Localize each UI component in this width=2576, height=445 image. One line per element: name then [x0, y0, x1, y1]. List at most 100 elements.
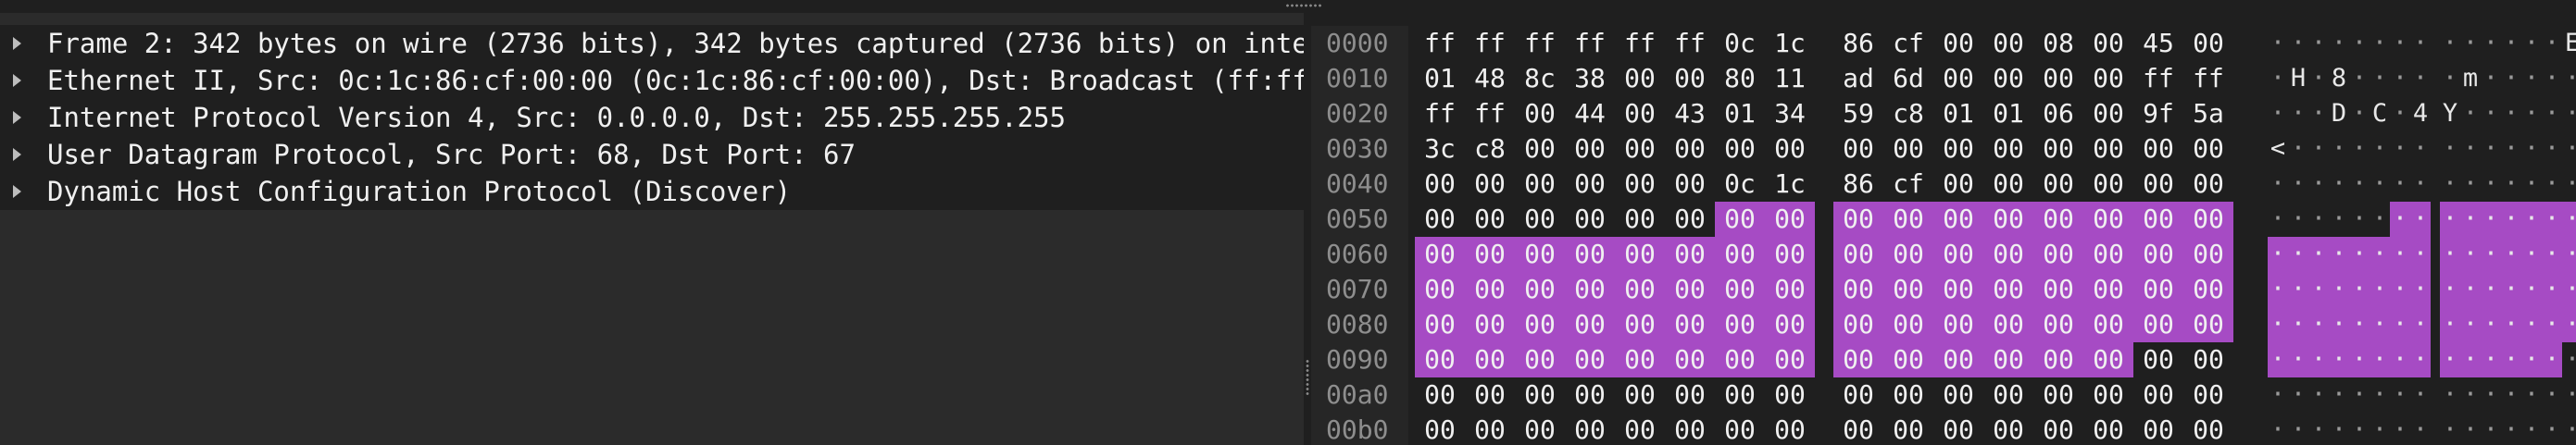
ascii-char[interactable]: ·	[2349, 342, 2370, 377]
ascii-char[interactable]: ·	[2288, 131, 2308, 167]
hex-byte[interactable]: 00	[1415, 413, 1465, 445]
hex-byte[interactable]: 00	[1933, 237, 1983, 272]
ascii-char[interactable]: ·	[2562, 237, 2576, 272]
ascii-char[interactable]: ·	[2410, 413, 2431, 445]
ascii-char[interactable]: ·	[2481, 202, 2501, 237]
ascii-char[interactable]: ·	[2501, 413, 2521, 445]
hex-byte[interactable]: 00	[1465, 272, 1515, 307]
hex-byte[interactable]: 00	[1565, 202, 1615, 237]
ascii-char[interactable]: 4	[2410, 96, 2431, 131]
hex-byte[interactable]: 3c	[1415, 131, 1465, 167]
hex-byte[interactable]: 00	[1615, 61, 1665, 96]
ascii-char[interactable]: ·	[2349, 61, 2370, 96]
hex-byte[interactable]: 00	[1715, 202, 1765, 237]
ascii-char[interactable]: ·	[2268, 342, 2288, 377]
hex-byte[interactable]: 00	[1465, 413, 1515, 445]
expand-arrow-icon[interactable]	[13, 111, 21, 124]
ascii-char[interactable]: ·	[2521, 96, 2542, 131]
ascii-char[interactable]: ·	[2268, 202, 2288, 237]
hex-byte[interactable]: 00	[1615, 307, 1665, 342]
hex-byte[interactable]: 00	[2033, 237, 2083, 272]
hex-byte[interactable]: 00	[1515, 377, 1565, 413]
ascii-char[interactable]: ·	[2542, 131, 2562, 167]
hex-byte[interactable]: 00	[1833, 202, 1883, 237]
hex-byte[interactable]: 00	[1765, 413, 1815, 445]
hex-byte[interactable]: 06	[2033, 96, 2083, 131]
ascii-char[interactable]: ·	[2410, 377, 2431, 413]
hex-byte[interactable]: 00	[2133, 167, 2183, 202]
hex-byte[interactable]: 00	[1515, 272, 1565, 307]
hex-byte[interactable]: 00	[1665, 167, 1715, 202]
hex-byte[interactable]: 00	[1933, 167, 1983, 202]
hex-byte[interactable]: 00	[1615, 272, 1665, 307]
ascii-char[interactable]: ·	[2501, 96, 2521, 131]
hex-byte[interactable]: 0c	[1715, 167, 1765, 202]
ascii-char[interactable]: ·	[2501, 202, 2521, 237]
ascii-char[interactable]: ·	[2410, 131, 2431, 167]
ascii-char[interactable]: ·	[2390, 96, 2410, 131]
ascii-char[interactable]: ·	[2390, 413, 2410, 445]
ascii-char[interactable]: ·	[2481, 237, 2501, 272]
hex-byte[interactable]: 00	[1983, 26, 2033, 61]
hex-byte[interactable]: 00	[1515, 237, 1565, 272]
ascii-char[interactable]: ·	[2308, 26, 2329, 61]
ascii-char[interactable]: ·	[2501, 342, 2521, 377]
hex-byte[interactable]: 00	[1983, 167, 2033, 202]
expand-arrow-icon[interactable]	[13, 74, 21, 87]
hex-byte[interactable]: 00	[1465, 202, 1515, 237]
hex-byte[interactable]: 00	[2133, 342, 2183, 377]
hex-byte[interactable]: 5a	[2183, 96, 2233, 131]
ascii-char[interactable]: ·	[2349, 377, 2370, 413]
ascii-char[interactable]: ·	[2501, 237, 2521, 272]
ascii-char[interactable]: ·	[2501, 131, 2521, 167]
hex-byte[interactable]: 00	[2033, 61, 2083, 96]
hex-byte[interactable]: 00	[1615, 202, 1665, 237]
ascii-char[interactable]: ·	[2410, 272, 2431, 307]
hex-byte[interactable]: 86	[1833, 26, 1883, 61]
hex-byte[interactable]: ff	[1465, 26, 1515, 61]
ascii-char[interactable]: E	[2562, 26, 2576, 61]
hex-byte[interactable]: 38	[1565, 61, 1615, 96]
hex-byte[interactable]: 08	[2033, 26, 2083, 61]
hex-byte[interactable]: 00	[2133, 237, 2183, 272]
hex-byte[interactable]: 00	[1565, 307, 1615, 342]
ascii-char[interactable]: ·	[2390, 272, 2410, 307]
hex-byte[interactable]: 00	[1415, 202, 1465, 237]
tree-row[interactable]: Internet Protocol Version 4, Src: 0.0.0.…	[0, 99, 1304, 136]
ascii-char[interactable]: ·	[2390, 237, 2410, 272]
hex-byte[interactable]: 59	[1833, 96, 1883, 131]
ascii-char[interactable]: ·	[2268, 377, 2288, 413]
hex-byte[interactable]: 00	[1515, 131, 1565, 167]
ascii-char[interactable]: ·	[2370, 237, 2390, 272]
hex-byte[interactable]: 00	[1615, 96, 1665, 131]
hex-byte[interactable]: 43	[1665, 96, 1715, 131]
ascii-char[interactable]: ·	[2308, 202, 2329, 237]
hex-byte[interactable]: ff	[1415, 96, 1465, 131]
hex-byte[interactable]: 00	[2083, 26, 2133, 61]
hex-byte[interactable]: 01	[1715, 96, 1765, 131]
ascii-char[interactable]: H	[2288, 61, 2308, 96]
ascii-char[interactable]: ·	[2542, 96, 2562, 131]
hex-byte[interactable]: 01	[1933, 96, 1983, 131]
ascii-char[interactable]: ·	[2268, 61, 2288, 96]
hex-byte[interactable]: ff	[1615, 26, 1665, 61]
ascii-char[interactable]: ·	[2481, 272, 2501, 307]
hex-byte[interactable]: ff	[1565, 26, 1615, 61]
hex-byte[interactable]: 00	[2083, 342, 2133, 377]
ascii-char[interactable]: ·	[2390, 307, 2410, 342]
hex-byte[interactable]: 01	[1415, 61, 1465, 96]
ascii-char[interactable]: ·	[2481, 413, 2501, 445]
hex-byte[interactable]: 00	[1883, 202, 1933, 237]
ascii-char[interactable]: ·	[2501, 307, 2521, 342]
hex-byte[interactable]: 00	[1465, 237, 1515, 272]
horizontal-resize-grip-icon[interactable]	[1285, 3, 1322, 8]
ascii-char[interactable]: ·	[2288, 202, 2308, 237]
hex-byte[interactable]: 00	[1715, 131, 1765, 167]
ascii-char[interactable]: ·	[2288, 377, 2308, 413]
ascii-char[interactable]: ·	[2268, 413, 2288, 445]
hex-byte[interactable]: 00	[2083, 61, 2133, 96]
hex-byte[interactable]: 00	[1883, 237, 1933, 272]
hex-byte[interactable]: 00	[1415, 377, 1465, 413]
hex-byte[interactable]: 8c	[1515, 61, 1565, 96]
hex-byte[interactable]: 00	[1415, 167, 1465, 202]
